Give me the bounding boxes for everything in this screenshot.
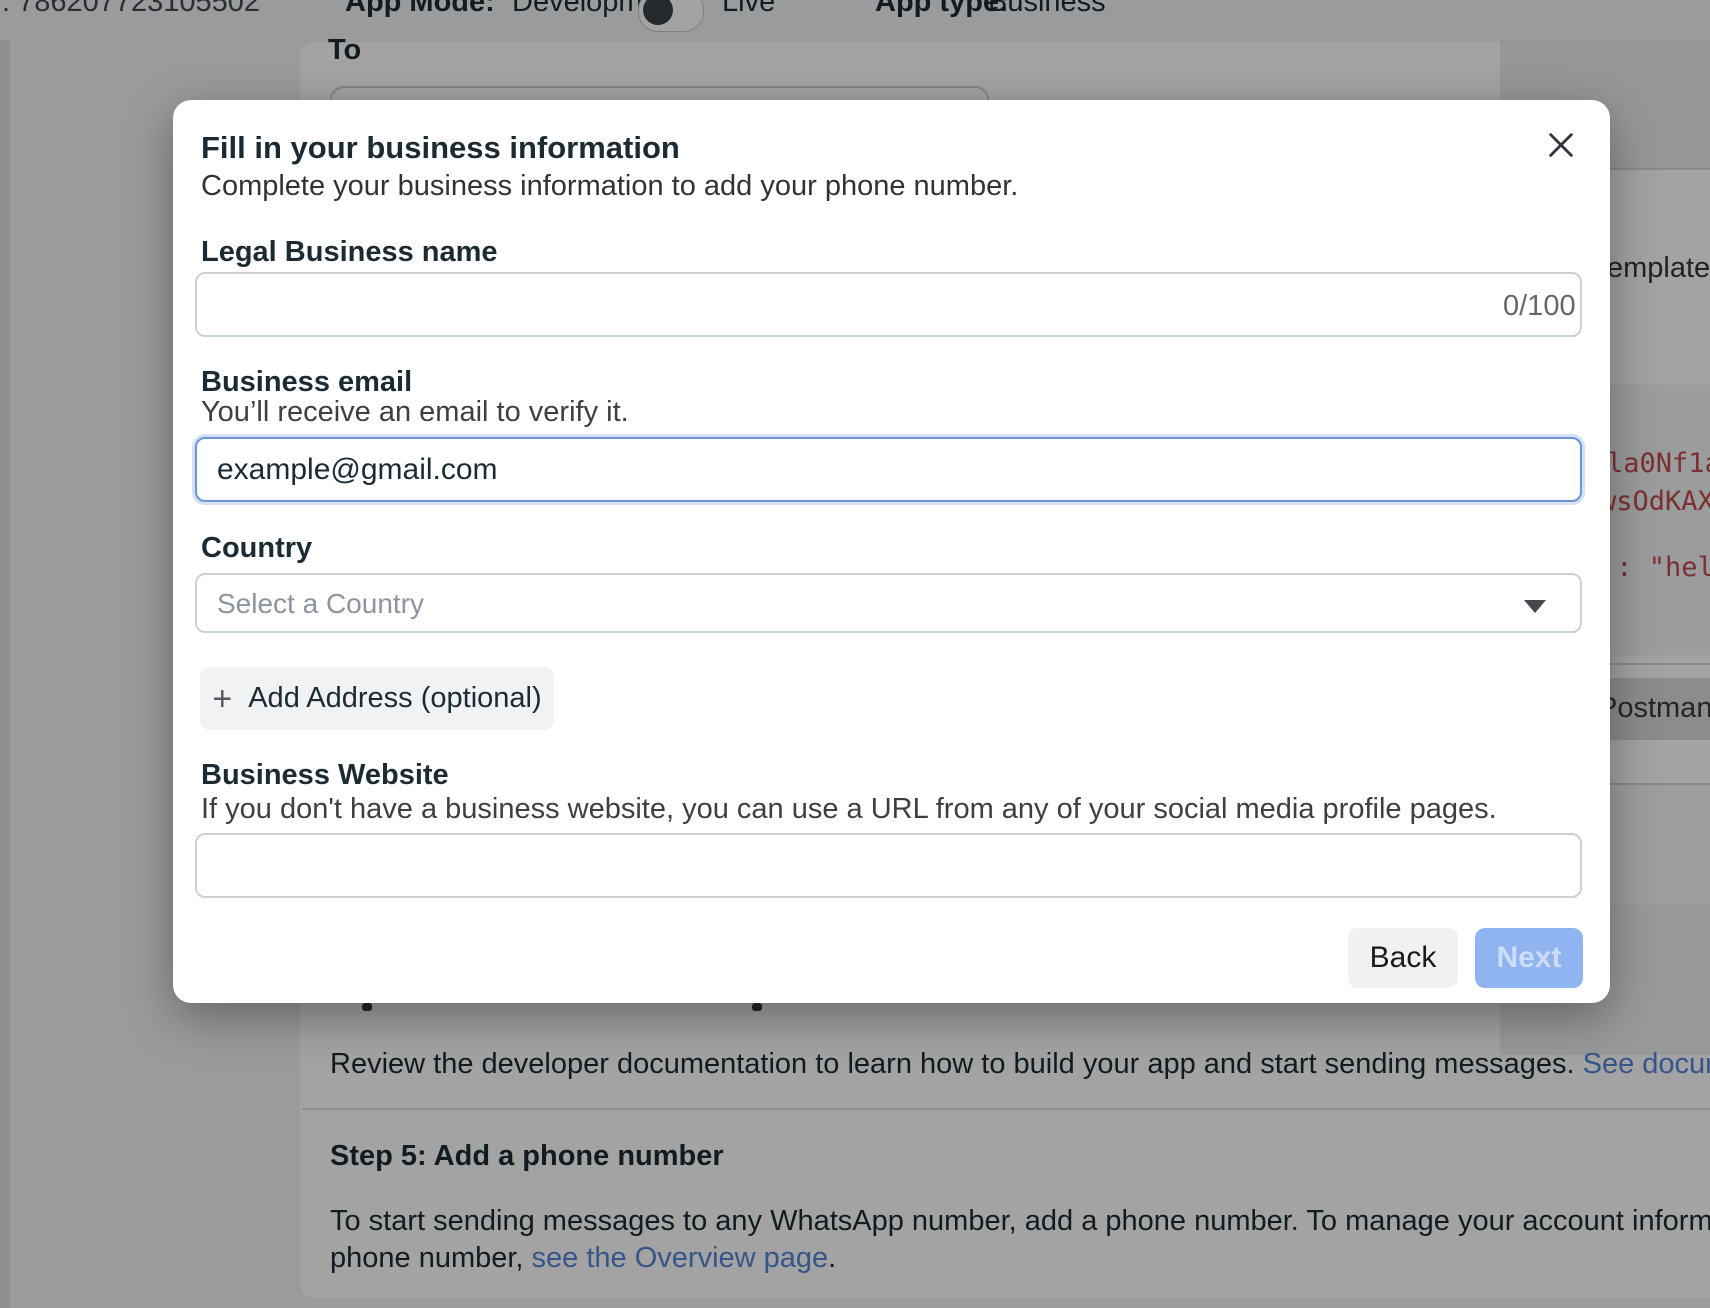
- email-label: Business email: [201, 366, 412, 399]
- email-helper: You’ll receive an email to verify it.: [201, 396, 629, 429]
- close-button[interactable]: [1539, 123, 1583, 167]
- plus-icon: +: [212, 682, 232, 716]
- chevron-down-icon: [1524, 600, 1546, 613]
- char-counter: 0/100: [1503, 290, 1576, 323]
- country-label: Country: [201, 532, 312, 565]
- modal-subtitle: Complete your business information to ad…: [201, 170, 1018, 203]
- next-button[interactable]: Next: [1475, 928, 1583, 988]
- legal-name-input[interactable]: [195, 272, 1582, 337]
- add-address-label: Add Address (optional): [248, 682, 541, 715]
- modal-title: Fill in your business information: [201, 130, 680, 166]
- legal-name-label: Legal Business name: [201, 236, 498, 269]
- close-icon: [1545, 128, 1577, 162]
- back-button[interactable]: Back: [1348, 928, 1458, 988]
- country-select[interactable]: Select a Country: [195, 573, 1582, 633]
- email-input[interactable]: [195, 437, 1582, 502]
- country-placeholder: Select a Country: [217, 588, 424, 620]
- website-label: Business Website: [201, 759, 449, 792]
- website-helper: If you don't have a business website, yo…: [201, 793, 1497, 826]
- business-info-modal: Fill in your business information Comple…: [173, 100, 1610, 1003]
- website-input[interactable]: [195, 833, 1582, 898]
- add-address-button[interactable]: + Add Address (optional): [200, 667, 554, 730]
